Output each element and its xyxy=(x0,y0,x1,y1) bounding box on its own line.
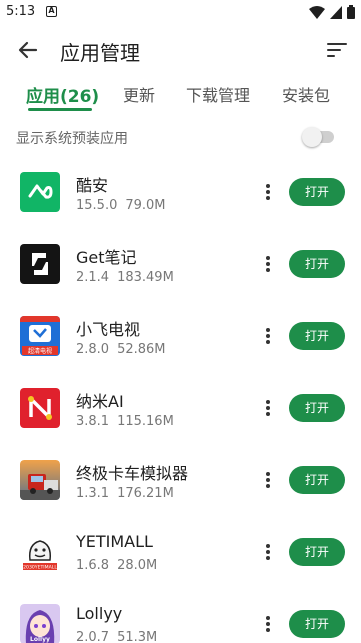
app-version: 1.6.8 xyxy=(76,558,110,573)
app-meta: 1.3.1 176.21M xyxy=(76,486,174,501)
notification-icon: A xyxy=(46,6,57,17)
app-name: Lollyy xyxy=(76,604,123,623)
app-version: 1.3.1 xyxy=(76,486,110,501)
open-button[interactable]: 打开 xyxy=(289,178,345,206)
nano-ai-icon xyxy=(20,388,60,428)
app-version: 2.8.0 xyxy=(76,342,110,357)
status-icons xyxy=(309,5,355,19)
yeti-icon: 2030YETIMALL xyxy=(20,532,60,572)
tv-icon: 超清电视 xyxy=(20,316,60,356)
signal-icon xyxy=(330,5,342,19)
app-size: 79.0M xyxy=(125,198,166,213)
app-version: 2.1.4 xyxy=(76,270,110,285)
app-meta: 15.5.0 79.0M xyxy=(76,198,166,213)
more-options-button[interactable] xyxy=(260,396,276,420)
tab-installers[interactable]: 安装包 xyxy=(282,82,330,106)
open-button[interactable]: 打开 xyxy=(289,466,345,494)
open-button[interactable]: 打开 xyxy=(289,322,345,350)
app-size: 115.16M xyxy=(117,414,174,429)
battery-icon xyxy=(347,5,355,19)
back-button[interactable] xyxy=(14,36,42,64)
status-bar: 5:13 A xyxy=(0,0,361,24)
app-name: 纳米AI xyxy=(76,392,124,411)
system-apps-toggle[interactable] xyxy=(302,127,336,147)
app-meta: 3.8.1 115.16M xyxy=(76,414,174,429)
app-meta: 2.0.7 51.3M xyxy=(76,630,157,643)
sort-button[interactable] xyxy=(325,38,349,62)
tab-bar: 应用(26) 更新 下载管理 安装包 xyxy=(0,78,361,112)
open-button[interactable]: 打开 xyxy=(289,538,345,566)
getnote-icon xyxy=(20,244,60,284)
svg-text:2030YETIMALL: 2030YETIMALL xyxy=(23,565,57,571)
app-size: 51.3M xyxy=(117,630,158,643)
app-item[interactable]: 纳米AI 3.8.1 115.16M 打开 xyxy=(0,372,361,444)
sort-icon xyxy=(327,43,347,57)
app-name: Get笔记 xyxy=(76,248,137,267)
tab-download-manager[interactable]: 下载管理 xyxy=(186,82,250,106)
app-item[interactable]: Get笔记 2.1.4 183.49M 打开 xyxy=(0,228,361,300)
app-item[interactable]: 2030YETIMALL YETIMALL 1.6.8 28.0M 打开 xyxy=(0,516,361,588)
app-item[interactable]: 终极卡车模拟器 1.3.1 176.21M 打开 xyxy=(0,444,361,516)
app-version: 2.0.7 xyxy=(76,630,110,643)
more-options-button[interactable] xyxy=(260,180,276,204)
app-size: 176.21M xyxy=(117,486,174,501)
more-options-button[interactable] xyxy=(260,324,276,348)
coolapk-icon xyxy=(20,172,60,212)
app-version: 3.8.1 xyxy=(76,414,110,429)
app-bar: 应用管理 xyxy=(0,26,361,74)
app-name: YETIMALL xyxy=(76,532,153,551)
svg-text:超清电视: 超清电视 xyxy=(28,347,52,355)
arrow-back-icon xyxy=(18,41,38,59)
app-meta: 2.1.4 183.49M xyxy=(76,270,174,285)
open-button[interactable]: 打开 xyxy=(289,610,345,638)
app-size: 28.0M xyxy=(117,558,158,573)
app-meta: 1.6.8 28.0M xyxy=(76,558,157,573)
tab-updates[interactable]: 更新 xyxy=(123,82,155,106)
system-apps-label: 显示系统预装应用 xyxy=(16,131,128,147)
more-options-button[interactable] xyxy=(260,540,276,564)
wifi-icon xyxy=(309,5,325,19)
app-version: 15.5.0 xyxy=(76,198,118,213)
page-title: 应用管理 xyxy=(60,41,140,65)
app-name: 终极卡车模拟器 xyxy=(76,464,189,483)
lollyy-icon: Lollyy xyxy=(20,604,60,643)
status-time: 5:13 xyxy=(6,4,36,19)
app-item[interactable]: 超清电视 小飞电视 2.8.0 52.86M 打开 xyxy=(0,300,361,372)
toggle-knob xyxy=(302,127,322,147)
more-options-button[interactable] xyxy=(260,252,276,276)
open-button[interactable]: 打开 xyxy=(289,394,345,422)
app-size: 52.86M xyxy=(117,342,166,357)
truck-icon xyxy=(20,460,60,500)
app-name: 酷安 xyxy=(76,176,109,195)
app-name: 小飞电视 xyxy=(76,320,141,339)
app-meta: 2.8.0 52.86M xyxy=(76,342,166,357)
app-item[interactable]: Lollyy Lollyy 2.0.7 51.3M 打开 xyxy=(0,588,361,643)
system-apps-row: 显示系统预装应用 xyxy=(0,122,361,152)
tab-indicator xyxy=(28,108,92,111)
app-size: 183.49M xyxy=(117,270,174,285)
open-button[interactable]: 打开 xyxy=(289,250,345,278)
more-options-button[interactable] xyxy=(260,612,276,636)
tab-apps[interactable]: 应用(26) xyxy=(26,82,99,107)
svg-text:Lollyy: Lollyy xyxy=(30,636,50,643)
app-item[interactable]: 酷安 15.5.0 79.0M 打开 xyxy=(0,156,361,228)
more-options-button[interactable] xyxy=(260,468,276,492)
